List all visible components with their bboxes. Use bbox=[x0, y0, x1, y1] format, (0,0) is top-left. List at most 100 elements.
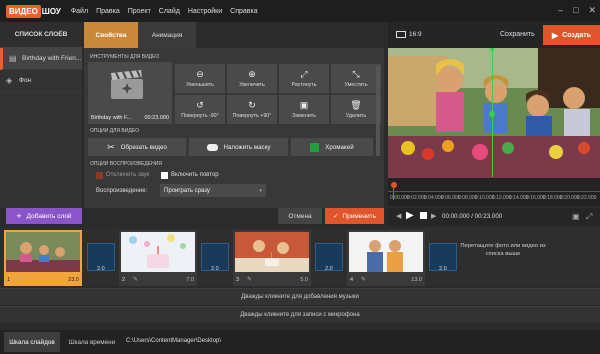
layer-label: Фон bbox=[19, 77, 32, 84]
edit-pencil-icon[interactable]: ✎ bbox=[18, 276, 23, 283]
playhead-marker[interactable] bbox=[391, 182, 397, 188]
play-icon[interactable]: ▶ bbox=[406, 210, 414, 221]
aspect-ratio-button[interactable]: 16:9 bbox=[396, 31, 422, 38]
chroma-key-label: Хромакей bbox=[325, 143, 354, 151]
apply-button[interactable]: ✓ Применить bbox=[325, 208, 384, 224]
playback-options-heading: ОПЦИИ ВОСПРОИЗВЕДЕНИЯ bbox=[90, 161, 162, 167]
menu-file[interactable]: Файл bbox=[71, 8, 88, 15]
stretch-label: Растянуть bbox=[291, 82, 317, 88]
panel-scrollbar[interactable] bbox=[376, 66, 380, 156]
rotate-right-icon: ↻ bbox=[248, 100, 256, 110]
delete-label: Удалить bbox=[345, 113, 367, 119]
zoom-in-button[interactable]: ⊕ Увеличить bbox=[227, 64, 277, 93]
monitor-icon bbox=[396, 31, 406, 38]
replace-button[interactable]: ▣ Заменить bbox=[279, 95, 329, 124]
edit-pencil-icon[interactable]: ✎ bbox=[247, 276, 252, 283]
playback-mode-value: Проиграть сразу bbox=[164, 187, 210, 194]
mute-label: Отключить звук bbox=[106, 172, 150, 178]
trim-video-label: Обрезать видео bbox=[120, 143, 167, 151]
rotate-left-icon: ↺ bbox=[196, 100, 204, 110]
transition-duration: 2.0 bbox=[211, 266, 219, 272]
menu-slide[interactable]: Слайд bbox=[159, 8, 180, 15]
fit-button[interactable]: ⤡ Уместить bbox=[331, 64, 381, 93]
mask-icon bbox=[206, 143, 218, 151]
chevron-down-icon: ▾ bbox=[259, 187, 262, 194]
film-reel-icon: ▶ bbox=[552, 30, 559, 40]
tick-label: 0:22.000 bbox=[577, 195, 597, 201]
transition-duration: 2.0 bbox=[97, 266, 105, 272]
edit-pencil-icon[interactable]: ✎ bbox=[361, 276, 366, 283]
fullscreen-icon[interactable]: ⤢ bbox=[586, 212, 592, 222]
cancel-button[interactable]: Отмена bbox=[278, 208, 322, 224]
menu-settings[interactable]: Настройки bbox=[188, 8, 222, 15]
save-button[interactable]: Сохранить bbox=[500, 31, 535, 38]
slide-thumbnail bbox=[6, 232, 80, 272]
menu-help[interactable]: Справка bbox=[230, 8, 257, 15]
editor-tabs: Свойства Анимация bbox=[84, 22, 384, 48]
zoom-in-icon: ⊕ bbox=[248, 69, 256, 79]
stop-icon[interactable] bbox=[420, 212, 427, 219]
rotate-right-button[interactable]: ↻ Повернуть +90° bbox=[227, 95, 277, 124]
close-icon[interactable]: ✕ bbox=[588, 5, 596, 15]
prev-frame-icon[interactable]: ◀ bbox=[396, 212, 401, 220]
clapperboard-icon bbox=[111, 70, 143, 99]
tab-timeline[interactable]: Шкала времени bbox=[62, 332, 122, 352]
video-preview[interactable] bbox=[388, 48, 600, 178]
rotate-right-label: Повернуть +90° bbox=[232, 113, 272, 119]
delete-button[interactable]: 🗑 Удалить bbox=[331, 95, 381, 124]
drop-hint: Перетащите фото или видео из списка выше bbox=[460, 243, 546, 257]
mute-checkbox[interactable] bbox=[96, 172, 103, 179]
slide-1[interactable]: 1 ✎ 23.0 bbox=[4, 230, 82, 286]
timecode: 00:00.000 / 00:23.000 bbox=[442, 213, 503, 220]
clip-thumbnail: Birthday with F... 00:23.000 bbox=[88, 62, 172, 124]
stretch-button[interactable]: ⤢ Растянуть bbox=[279, 64, 329, 93]
main-menu: Файл Правка Проект Слайд Настройки Справ… bbox=[71, 8, 266, 15]
slide-thumbnail bbox=[121, 232, 195, 272]
maximize-icon[interactable]: □ bbox=[573, 5, 578, 15]
playback-mode-label: Воспроизведение: bbox=[96, 188, 148, 194]
trim-video-button[interactable]: ✂ Обрезать видео bbox=[88, 138, 186, 156]
checkmark-icon: ✓ bbox=[332, 213, 339, 220]
layers-panel: СПИСОК СЛОЁВ ▤ Birthday with Frien... ◈ … bbox=[0, 22, 82, 208]
layer-item-video[interactable]: ▤ Birthday with Frien... bbox=[0, 48, 82, 70]
edit-pencil-icon[interactable]: ✎ bbox=[133, 276, 138, 283]
layers-header: СПИСОК СЛОЁВ bbox=[0, 22, 82, 48]
app-logo: ВИДЕО ШОУ bbox=[6, 4, 61, 18]
video-tools-heading: ИНСТРУМЕНТЫ ДЛЯ ВИДЕО bbox=[90, 54, 160, 60]
zoom-out-button[interactable]: ⊖ Уменьшить bbox=[175, 64, 225, 93]
minimize-icon[interactable]: – bbox=[558, 5, 563, 15]
music-track[interactable]: Дважды кликните для добавления музыки bbox=[0, 288, 600, 305]
slide-4[interactable]: 4 ✎ 13.0 bbox=[347, 230, 425, 286]
slide-3[interactable]: 3 ✎ 5.0 bbox=[233, 230, 311, 286]
layer-item-background[interactable]: ◈ Фон bbox=[0, 70, 82, 92]
tab-animation[interactable]: Анимация bbox=[138, 22, 196, 48]
slide-thumbnail bbox=[235, 232, 309, 272]
next-frame-icon[interactable]: ▶ bbox=[431, 212, 436, 220]
apply-mask-button[interactable]: Наложить маску bbox=[189, 138, 288, 156]
apply-mask-label: Наложить маску bbox=[223, 143, 271, 151]
zoom-in-label: Увеличить bbox=[239, 82, 265, 88]
repeat-label: Включить повтор bbox=[171, 172, 219, 178]
paint-bucket-icon: ◈ bbox=[6, 75, 13, 85]
menu-edit[interactable]: Правка bbox=[96, 8, 120, 15]
create-button[interactable]: ▶ Создать bbox=[543, 25, 600, 45]
film-icon: ▤ bbox=[9, 53, 17, 63]
zoom-out-label: Уменьшить bbox=[186, 82, 214, 88]
slide-2[interactable]: 2 ✎ 7.0 bbox=[119, 230, 197, 286]
slide-duration: 13.0 bbox=[411, 277, 422, 283]
rotate-left-button[interactable]: ↺ Повернуть -90° bbox=[175, 95, 225, 124]
chroma-key-button[interactable]: Хромакей bbox=[291, 138, 373, 156]
clip-duration: 00:23.000 bbox=[144, 115, 169, 121]
window-controls: – □ ✕ bbox=[548, 5, 596, 15]
mic-track[interactable]: Дважды кликните для записи с микрофона bbox=[0, 306, 600, 323]
add-layer-button[interactable]: + Добавить слой bbox=[6, 208, 82, 224]
menu-project[interactable]: Проект bbox=[128, 8, 151, 15]
apply-label: Применить bbox=[342, 212, 377, 220]
repeat-checkbox[interactable] bbox=[161, 172, 168, 179]
tab-properties[interactable]: Свойства bbox=[84, 22, 138, 48]
tab-slide-scale[interactable]: Шкала слайдов bbox=[4, 332, 60, 352]
playback-mode-select[interactable]: Проиграть сразу ▾ bbox=[160, 184, 266, 197]
snapshot-icon[interactable]: ▣ bbox=[572, 212, 580, 221]
preview-timeline[interactable]: 0:00.000 0:02.000 0:04.000 0:06.000 0:08… bbox=[388, 178, 600, 206]
chroma-swatch-icon bbox=[310, 142, 320, 152]
